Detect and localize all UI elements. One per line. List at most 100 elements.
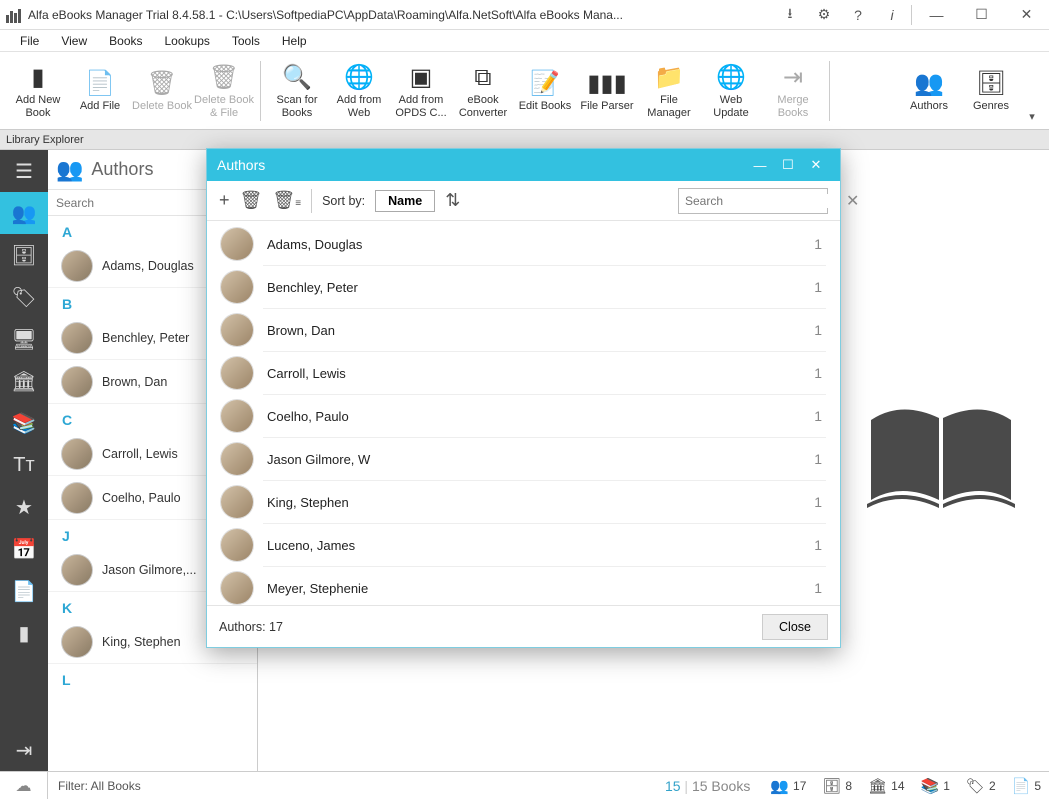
scan-for-books-button[interactable]: 🔍Scan for Books	[267, 56, 327, 126]
avatar	[62, 439, 92, 469]
rail-series-icon[interactable]: 🗄	[0, 234, 48, 276]
clear-search-icon[interactable]: ✕	[846, 191, 859, 211]
trash-icon: 🗑	[209, 64, 239, 92]
dialog-author-list[interactable]: Adams, Douglas1Benchley, Peter1Brown, Da…	[207, 221, 840, 605]
rail-publishers-icon[interactable]: 🏛	[0, 360, 48, 402]
dialog-add-button[interactable]: +	[219, 190, 230, 211]
avatar	[221, 228, 253, 260]
rail-exit-icon[interactable]: ⇥	[0, 729, 48, 771]
rail-book-icon[interactable]: ▮	[0, 612, 48, 654]
delete-book-button: 🗑Delete Book	[132, 56, 192, 126]
window-title: Alfa eBooks Manager Trial 8.4.58.1 - C:\…	[28, 8, 773, 22]
rail-genres-icon[interactable]: 📚	[0, 402, 48, 444]
web-update-button[interactable]: 🌐Web Update	[701, 56, 761, 126]
author-name: Jason Gilmore, W	[267, 452, 814, 467]
rail-file-icon[interactable]: 📄	[0, 570, 48, 612]
dialog-author-item[interactable]: Adams, Douglas1	[207, 223, 840, 265]
stat-authors[interactable]: 👥17	[762, 777, 814, 795]
menu-lookups[interactable]: Lookups	[155, 31, 220, 51]
dialog-close-button[interactable]: ✕	[802, 157, 830, 173]
trash-icon: 🗑	[147, 70, 177, 98]
author-count: 1	[814, 279, 822, 295]
author-count: 1	[814, 537, 822, 553]
rail-favorites-icon[interactable]: ★	[0, 486, 48, 528]
globe-search-icon: 🌐	[344, 64, 374, 92]
merge-books-button: ⇥Merge Books	[763, 56, 823, 126]
main-toolbar: ▮Add New Book 📄Add File 🗑Delete Book 🗑De…	[0, 52, 1049, 130]
rail-text-size-icon[interactable]: Tᴛ	[0, 444, 48, 486]
minimize-button[interactable]: —	[914, 0, 959, 30]
sidebar-title: Authors	[91, 159, 219, 180]
edit-books-button[interactable]: 📝Edit Books	[515, 56, 575, 126]
genres-icon: 📚	[921, 777, 940, 795]
dialog-delete-button[interactable]: 🗑	[240, 190, 263, 211]
edit-icon: 📝	[530, 70, 560, 98]
dialog-title: Authors	[217, 157, 746, 173]
rail-devices-icon[interactable]: 🖥	[0, 318, 48, 360]
file-manager-button[interactable]: 📁File Manager	[639, 56, 699, 126]
authors-icon: 👥	[56, 157, 83, 183]
stat-files[interactable]: 📄5	[1004, 777, 1049, 795]
add-from-web-button[interactable]: 🌐Add from Web	[329, 56, 389, 126]
dialog-author-item[interactable]: Meyer, Stephenie1	[207, 567, 840, 605]
dialog-minimize-button[interactable]: —	[746, 158, 774, 173]
menu-help[interactable]: Help	[272, 31, 317, 51]
dialog-delete-all-button[interactable]: 🗑≡	[272, 190, 301, 211]
stat-publishers[interactable]: 🏛14	[860, 777, 912, 795]
avatar	[221, 486, 253, 518]
app-icon	[6, 7, 22, 23]
rail-calendar-icon[interactable]: 📅	[0, 528, 48, 570]
book-placeholder-icon	[861, 400, 1021, 510]
author-name: Coelho, Paulo	[267, 409, 814, 424]
author-count: 1	[814, 236, 822, 252]
sort-by-value[interactable]: Name	[375, 190, 435, 212]
help-icon[interactable]: ?	[841, 0, 875, 30]
menu-view[interactable]: View	[51, 31, 97, 51]
sort-direction-button[interactable]: ⇅	[445, 190, 460, 211]
stat-genres[interactable]: 📚1	[913, 777, 958, 795]
dialog-search-input[interactable]	[685, 194, 840, 208]
rail-tags-icon[interactable]: 🏷	[0, 276, 48, 318]
ebook-converter-button[interactable]: ⧉eBook Converter	[453, 56, 513, 126]
avatar	[221, 357, 253, 389]
author-count: 1	[814, 408, 822, 424]
dialog-author-item[interactable]: Luceno, James1	[207, 524, 840, 566]
close-window-button[interactable]: ✕	[1004, 0, 1049, 30]
filter-label[interactable]: Filter: All Books	[48, 779, 151, 793]
add-from-opds-button[interactable]: ▣Add from OPDS C...	[391, 56, 451, 126]
dialog-author-item[interactable]: Benchley, Peter1	[207, 266, 840, 308]
files-icon: 📄	[1012, 777, 1031, 795]
avatar	[62, 367, 92, 397]
authors-toolbar-button[interactable]: 👥Authors	[899, 56, 959, 126]
dialog-titlebar[interactable]: Authors — ☐ ✕	[207, 149, 840, 181]
dialog-author-item[interactable]: Carroll, Lewis1	[207, 352, 840, 394]
dialog-author-item[interactable]: Jason Gilmore, W1	[207, 438, 840, 480]
genres-toolbar-button[interactable]: 🗄Genres	[961, 56, 1021, 126]
stat-series[interactable]: 🗄8	[814, 777, 860, 795]
dialog-author-item[interactable]: Coelho, Paulo1	[207, 395, 840, 437]
menu-file[interactable]: File	[10, 31, 49, 51]
dialog-author-item[interactable]: King, Stephen1	[207, 481, 840, 523]
maximize-button[interactable]: ☐	[959, 0, 1004, 30]
file-parser-button[interactable]: ▮▮▮File Parser	[577, 56, 637, 126]
stat-tags[interactable]: 🏷2	[958, 777, 1004, 795]
menu-tools[interactable]: Tools	[222, 31, 270, 51]
download-icon[interactable]: ⭳	[773, 0, 807, 30]
rail-authors-icon[interactable]: 👥	[0, 192, 48, 234]
book-icon: ▮	[31, 64, 44, 92]
info-icon[interactable]: i	[875, 0, 909, 30]
add-file-button[interactable]: 📄Add File	[70, 56, 130, 126]
add-new-book-button[interactable]: ▮Add New Book	[8, 56, 68, 126]
library-explorer-label: Library Explorer	[0, 134, 90, 146]
menubar: File View Books Lookups Tools Help	[0, 30, 1049, 52]
toolbar-overflow[interactable]: ▾	[1023, 110, 1041, 125]
genres-icon: 🗄	[976, 70, 1006, 98]
settings-icon[interactable]: ⚙	[807, 0, 841, 30]
rail-menu-icon[interactable]: ☰	[0, 150, 48, 192]
dialog-author-item[interactable]: Brown, Dan1	[207, 309, 840, 351]
books-count: 15 | 15 Books	[653, 778, 762, 794]
menu-books[interactable]: Books	[99, 31, 152, 51]
dialog-close-footer-button[interactable]: Close	[762, 614, 828, 640]
cloud-icon[interactable]: ☁	[0, 772, 48, 799]
dialog-maximize-button[interactable]: ☐	[774, 157, 802, 173]
